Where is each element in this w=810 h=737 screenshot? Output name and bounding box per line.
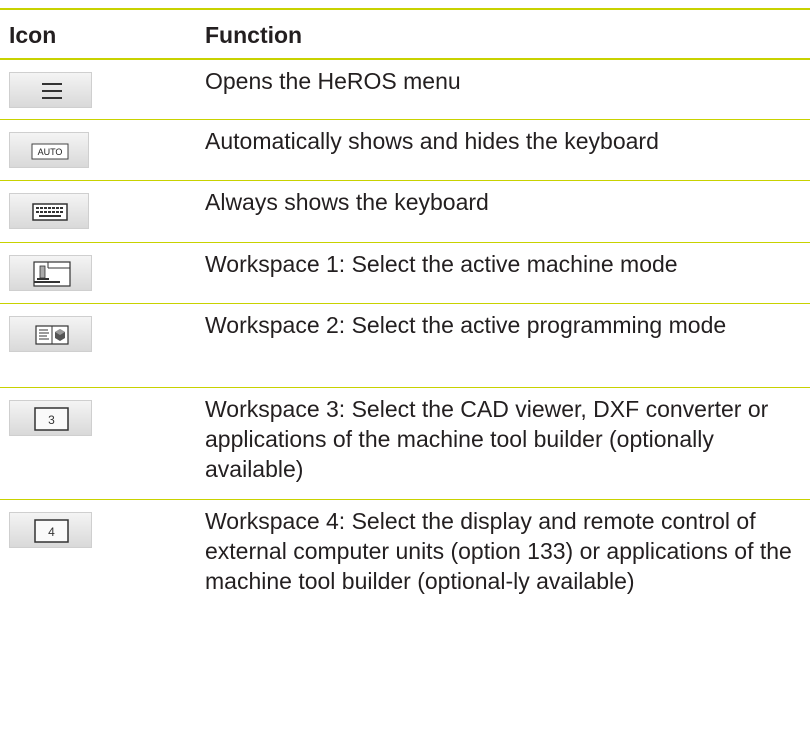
- programming-mode-icon: [35, 325, 69, 345]
- svg-text:AUTO: AUTO: [38, 147, 63, 157]
- machine-mode-icon: [33, 261, 71, 287]
- table-header: Icon Function: [0, 10, 810, 58]
- table-row: 4 Workspace 4: Select the display and re…: [0, 500, 810, 737]
- table-row: Workspace 1: Select the active machine m…: [0, 243, 810, 304]
- function-text: Opens the HeROS menu: [205, 68, 461, 94]
- heros-menu-button[interactable]: [9, 72, 92, 108]
- auto-keyboard-icon: AUTO: [31, 143, 69, 160]
- workspace-3-icon: 3: [34, 407, 69, 431]
- table-row: Opens the HeROS menu: [0, 60, 810, 120]
- table-row: Workspace 2: Select the active programmi…: [0, 304, 810, 388]
- function-text: Workspace 4: Select the display and remo…: [205, 508, 792, 594]
- workspace-2-button[interactable]: [9, 316, 92, 352]
- table-row: Always shows the keyboard: [0, 181, 810, 243]
- auto-keyboard-button[interactable]: AUTO: [9, 132, 89, 168]
- function-text: Always shows the keyboard: [205, 189, 489, 215]
- show-keyboard-button[interactable]: [9, 193, 89, 229]
- table-row: 3 Workspace 3: Select the CAD viewer, DX…: [0, 388, 810, 500]
- workspace-1-button[interactable]: [9, 255, 92, 291]
- workspace-3-button[interactable]: 3: [9, 400, 92, 436]
- table-row: AUTO Automatically shows and hides the k…: [0, 120, 810, 181]
- header-function: Function: [205, 22, 303, 48]
- function-text: Automatically shows and hides the keyboa…: [205, 128, 659, 154]
- function-text: Workspace 3: Select the CAD viewer, DXF …: [205, 396, 769, 482]
- function-text: Workspace 1: Select the active machine m…: [205, 251, 678, 277]
- header-icon: Icon: [9, 22, 57, 48]
- workspace-4-button[interactable]: 4: [9, 512, 92, 548]
- svg-text:3: 3: [48, 413, 55, 427]
- keyboard-icon: [32, 203, 68, 221]
- menu-icon: [42, 83, 62, 99]
- workspace-4-icon: 4: [34, 519, 69, 543]
- function-text: Workspace 2: Select the active programmi…: [205, 312, 727, 338]
- svg-text:4: 4: [48, 525, 55, 539]
